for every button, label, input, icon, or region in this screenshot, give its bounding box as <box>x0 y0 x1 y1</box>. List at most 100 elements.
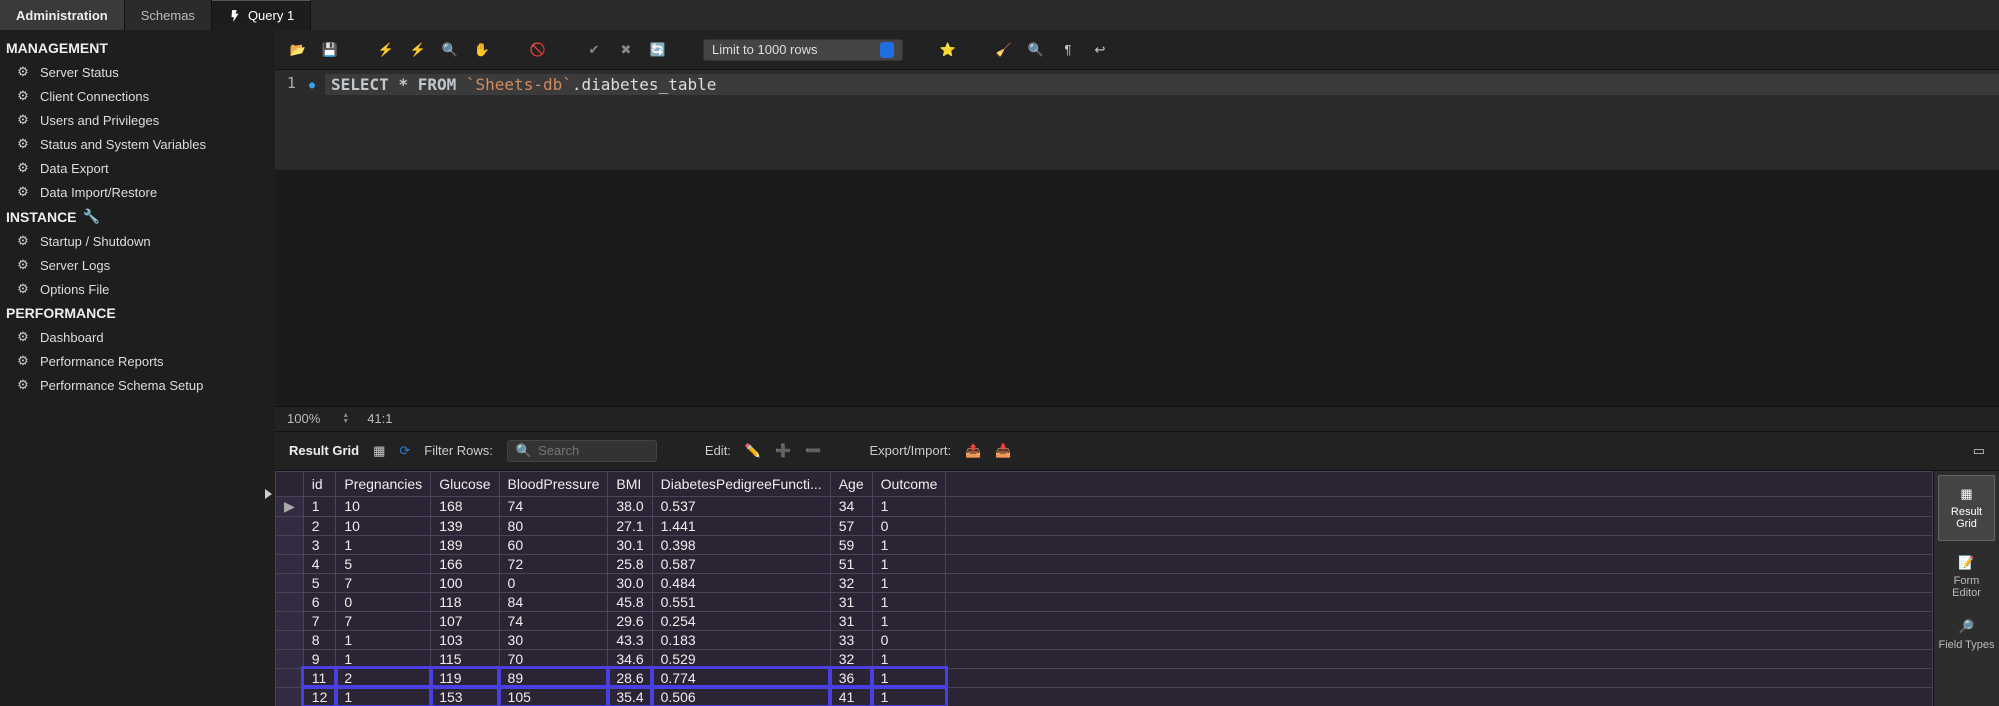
cell[interactable]: 0.529 <box>652 649 830 668</box>
cell[interactable]: 74 <box>499 496 608 516</box>
cell[interactable]: 41 <box>830 687 872 706</box>
table-row[interactable]: 1121198928.60.774361 <box>276 668 1933 687</box>
invisible-chars-icon[interactable]: ¶ <box>1057 39 1079 61</box>
row-marker[interactable] <box>276 630 304 649</box>
sidebar-item[interactable]: ⚙Performance Schema Setup <box>0 373 275 397</box>
column-header[interactable]: Glucose <box>431 471 499 496</box>
cell[interactable]: 0 <box>499 573 608 592</box>
table-row[interactable]: 311896030.10.398591 <box>276 535 1933 554</box>
rollback-icon[interactable]: ✖ <box>615 39 637 61</box>
cell[interactable]: 1 <box>336 630 431 649</box>
cell[interactable]: 3 <box>303 535 336 554</box>
cell[interactable]: 153 <box>431 687 499 706</box>
cell[interactable]: 32 <box>830 649 872 668</box>
cell[interactable]: 4 <box>303 554 336 573</box>
cell[interactable]: 1 <box>872 592 946 611</box>
table-row[interactable]: 2101398027.11.441570 <box>276 516 1933 535</box>
column-header[interactable]: BMI <box>608 471 652 496</box>
cell[interactable]: 72 <box>499 554 608 573</box>
cell[interactable]: 6 <box>303 592 336 611</box>
cell[interactable]: 115 <box>431 649 499 668</box>
row-marker[interactable] <box>276 668 304 687</box>
cell[interactable]: 10 <box>336 516 431 535</box>
cell[interactable]: 11 <box>303 668 336 687</box>
cell[interactable]: 7 <box>336 573 431 592</box>
cell[interactable]: 31 <box>830 611 872 630</box>
sql-code-line[interactable]: SELECT * FROM `Sheets-db`.diabetes_table <box>325 74 1999 95</box>
row-marker[interactable] <box>276 516 304 535</box>
row-marker[interactable]: ▶ <box>276 496 304 516</box>
column-header[interactable]: Age <box>830 471 872 496</box>
cell[interactable]: 168 <box>431 496 499 516</box>
edit-row-icon[interactable]: ✏️ <box>745 443 761 459</box>
cell[interactable]: 30 <box>499 630 608 649</box>
result-grid[interactable]: idPregnanciesGlucoseBloodPressureBMIDiab… <box>275 471 1933 706</box>
tab-query-1[interactable]: Query 1 <box>212 0 311 30</box>
cell[interactable]: 100 <box>431 573 499 592</box>
cell[interactable]: 0.484 <box>652 573 830 592</box>
sidebar-item[interactable]: ⚙Server Logs <box>0 253 275 277</box>
cell[interactable]: 25.8 <box>608 554 652 573</box>
beautify-icon[interactable]: 🧹 <box>993 39 1015 61</box>
find-icon[interactable]: 🔍 <box>1025 39 1047 61</box>
execute-step-icon[interactable]: ⚡ <box>407 39 429 61</box>
execute-icon[interactable]: ⚡ <box>375 39 397 61</box>
cell[interactable]: 2 <box>303 516 336 535</box>
refresh-icon[interactable]: ⟳ <box>399 443 410 459</box>
zoom-stepper[interactable]: ▲▼ <box>342 413 349 425</box>
sidebar-item[interactable]: ⚙Status and System Variables <box>0 132 275 156</box>
grid-view-icon[interactable]: ▦ <box>373 443 385 459</box>
row-marker[interactable] <box>276 611 304 630</box>
table-row[interactable]: ▶1101687438.00.537341 <box>276 496 1933 516</box>
cell[interactable]: 7 <box>336 611 431 630</box>
cell[interactable]: 107 <box>431 611 499 630</box>
row-marker[interactable] <box>276 687 304 706</box>
cell[interactable]: 1 <box>872 668 946 687</box>
cell[interactable]: 0 <box>336 592 431 611</box>
cell[interactable]: 57 <box>830 516 872 535</box>
export-icon[interactable]: 📤 <box>965 443 981 459</box>
cell[interactable]: 118 <box>431 592 499 611</box>
cell[interactable]: 29.6 <box>608 611 652 630</box>
cell[interactable]: 34.6 <box>608 649 652 668</box>
row-marker[interactable] <box>276 592 304 611</box>
cell[interactable]: 1 <box>872 496 946 516</box>
cell[interactable]: 38.0 <box>608 496 652 516</box>
cell[interactable]: 105 <box>499 687 608 706</box>
import-icon[interactable]: 📥 <box>995 443 1011 459</box>
cell[interactable]: 84 <box>499 592 608 611</box>
cell[interactable]: 60 <box>499 535 608 554</box>
cell[interactable]: 103 <box>431 630 499 649</box>
column-header[interactable]: id <box>303 471 336 496</box>
cell[interactable]: 1 <box>872 554 946 573</box>
cell[interactable]: 33 <box>830 630 872 649</box>
cell[interactable]: 0.587 <box>652 554 830 573</box>
column-header[interactable]: Outcome <box>872 471 946 496</box>
cell[interactable]: 89 <box>499 668 608 687</box>
filter-search-box[interactable]: 🔍 <box>507 440 657 462</box>
sidebar-item[interactable]: ⚙Users and Privileges <box>0 108 275 132</box>
panel-toggle-icon[interactable]: ▭ <box>1973 443 1985 459</box>
open-folder-icon[interactable]: 📂 <box>287 39 309 61</box>
cell[interactable]: 0 <box>872 516 946 535</box>
table-row[interactable]: 811033043.30.183330 <box>276 630 1933 649</box>
cell[interactable]: 12 <box>303 687 336 706</box>
sidebar-item[interactable]: ⚙Client Connections <box>0 84 275 108</box>
table-row[interactable]: 771077429.60.254311 <box>276 611 1933 630</box>
cell[interactable]: 30.0 <box>608 573 652 592</box>
cell[interactable]: 1 <box>336 535 431 554</box>
row-marker[interactable] <box>276 535 304 554</box>
cell[interactable]: 74 <box>499 611 608 630</box>
column-header[interactable]: Pregnancies <box>336 471 431 496</box>
cell[interactable]: 0 <box>872 630 946 649</box>
cell[interactable]: 36 <box>830 668 872 687</box>
sidebar-item[interactable]: ⚙Data Export <box>0 156 275 180</box>
cell[interactable]: 80 <box>499 516 608 535</box>
cell[interactable]: 30.1 <box>608 535 652 554</box>
wrap-icon[interactable]: ↩ <box>1089 39 1111 61</box>
cell[interactable]: 189 <box>431 535 499 554</box>
cell[interactable]: 1 <box>303 496 336 516</box>
column-header[interactable]: DiabetesPedigreeFuncti... <box>652 471 830 496</box>
sidebar-item[interactable]: ⚙Server Status <box>0 60 275 84</box>
table-row[interactable]: 12115310535.40.506411 <box>276 687 1933 706</box>
